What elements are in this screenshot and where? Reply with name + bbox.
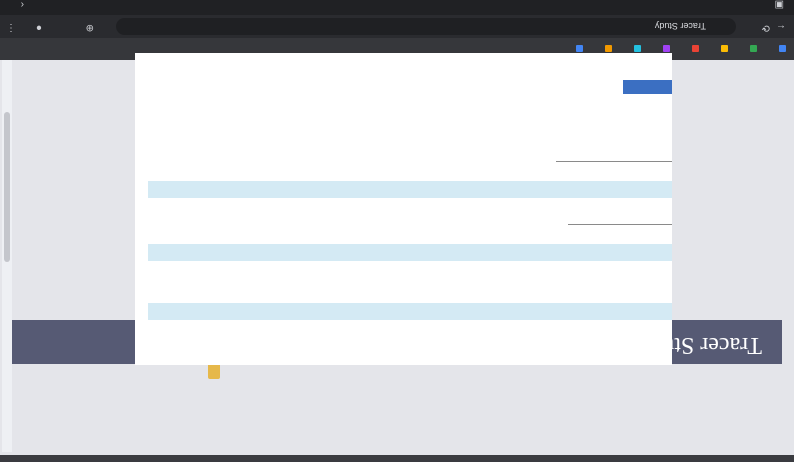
back-arrow-icon[interactable]: ‹ [21,0,24,10]
bookmark-item[interactable] [601,45,612,53]
bookmark-favicon-icon [779,45,786,53]
extensions-icon[interactable]: ⊕ [86,22,94,33]
scrollbar-thumb[interactable] [4,112,10,262]
back-button[interactable]: ← [776,22,786,33]
reload-icon[interactable]: ⟳ [762,22,770,33]
bookmark-favicon-icon [634,45,641,53]
text-input[interactable] [148,303,672,320]
browser-menu-icon[interactable]: ⋮ [6,22,16,33]
submit-button[interactable] [623,80,672,94]
page-stage: ▣ ‹ ← ⟳ Tracer Study ⊕ ● ⋮ Tracer Study [0,0,794,462]
bookmark-item[interactable] [775,45,786,53]
bookmark-item[interactable] [688,45,699,53]
bookmark-item[interactable] [746,45,757,53]
bookmark-favicon-icon [721,45,728,53]
address-bar: ← ⟳ Tracer Study ⊕ ● ⋮ [0,15,794,38]
profile-icon[interactable]: ● [36,22,42,33]
bookmark-favicon-icon [663,45,670,53]
logo-mark-icon [208,363,220,379]
bookmark-item[interactable] [572,45,583,53]
text-input[interactable] [148,244,672,261]
url-input[interactable]: Tracer Study [116,18,736,35]
text-input[interactable] [148,181,672,198]
bookmark-item[interactable] [659,45,670,53]
bookmark-favicon-icon [750,45,757,53]
field-underline [556,161,672,162]
bookmark-favicon-icon [605,45,612,53]
bookmark-favicon-icon [576,45,583,53]
bookmark-item[interactable] [717,45,728,53]
form-card [135,53,672,365]
field-underline [568,224,672,225]
bookmark-item[interactable] [630,45,641,53]
page-scrollbar[interactable] [2,60,12,452]
nav-links [135,337,672,357]
page-tab-title: Tracer Study [654,21,706,32]
window-menu-icon[interactable]: ▣ [775,0,784,10]
page-top-strip [0,455,794,462]
bookmark-favicon-icon [692,45,699,53]
browser-title-bar: ▣ ‹ [0,0,794,15]
